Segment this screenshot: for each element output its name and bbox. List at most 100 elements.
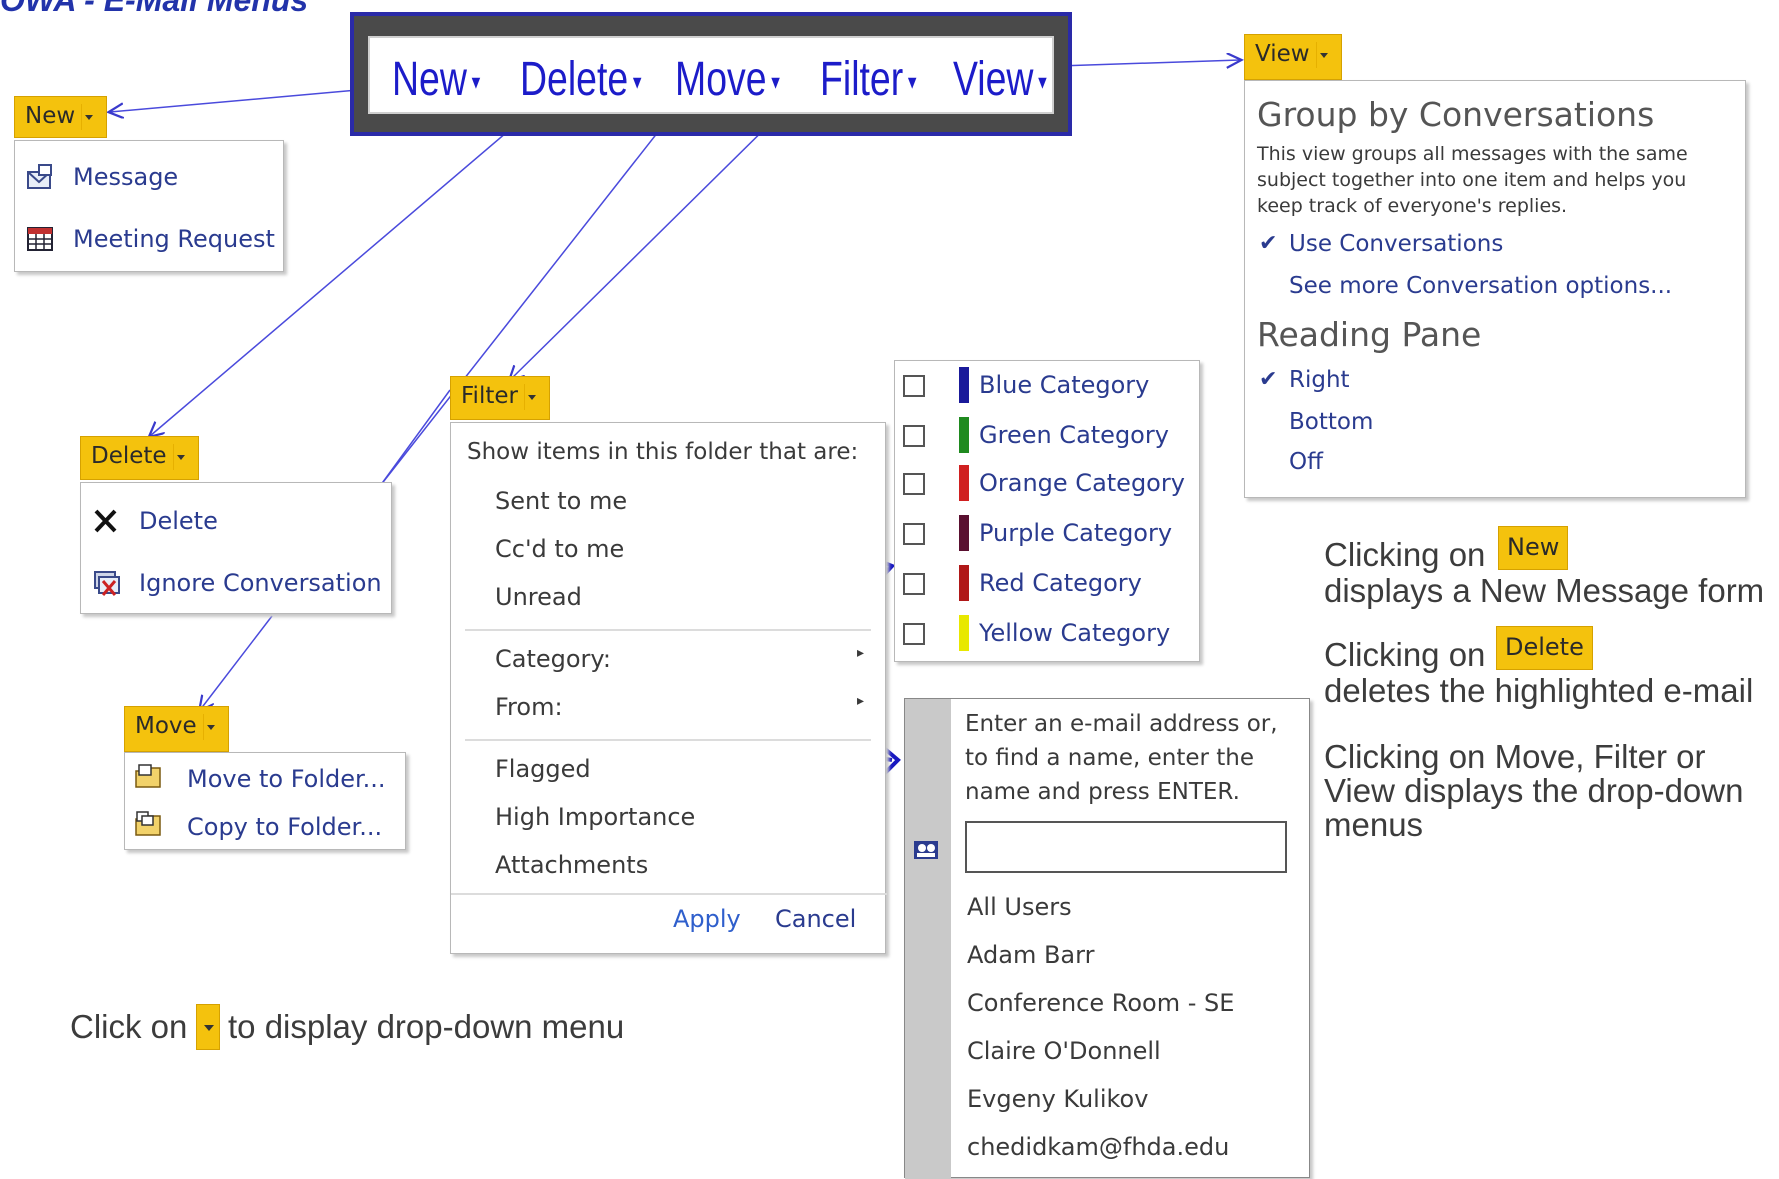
dropdown-arrow-icon[interactable] [1315, 41, 1331, 68]
from-instructions-line2: to find a name, enter the [965, 745, 1255, 771]
category-submenu: Blue Category Green Category Orange Cate… [894, 360, 1200, 662]
explanation-other-line2: View displays the drop-down [1324, 772, 1744, 809]
toolbar-new-button[interactable]: New ▾ [392, 56, 480, 104]
filter-divider [465, 739, 871, 741]
new-menu-header[interactable]: New [14, 96, 108, 138]
apply-button[interactable]: Apply [673, 905, 741, 933]
checkmark-icon: ✔ [1259, 367, 1278, 392]
delete-sample-button: Delete [1496, 626, 1593, 670]
move-menu: Move to Folder... Copy to Folder... [124, 752, 406, 850]
explanation-new-desc: displays a New Message form [1324, 572, 1765, 609]
toolbar-delete-label: Delete [520, 53, 629, 106]
move-folder-icon [135, 764, 161, 788]
chevron-down-icon: ▾ [471, 69, 481, 95]
new-menu: Message Meeting Request [14, 140, 284, 272]
filter-item-high-importance[interactable]: High Importance [495, 803, 695, 831]
contact-item[interactable]: Conference Room - SE [967, 989, 1234, 1017]
from-submenu-gutter [905, 699, 951, 1179]
menu-item-delete[interactable]: Delete [139, 507, 218, 535]
ignore-conversation-icon [94, 571, 120, 596]
toolbar-delete-button[interactable]: Delete ▾ [520, 56, 642, 104]
explanation-clicking-on-2: Clicking on [1324, 636, 1486, 673]
filter-divider [451, 893, 887, 895]
category-item-blue[interactable]: Blue Category [979, 371, 1149, 399]
contact-item[interactable]: Claire O'Donnell [967, 1037, 1161, 1065]
dropdown-arrow-icon[interactable] [523, 383, 539, 410]
address-book-icon[interactable] [911, 835, 941, 863]
from-instructions-line1: Enter an e-mail address or, [965, 711, 1278, 737]
filter-item-from[interactable]: From: [495, 693, 563, 721]
group-description-line2: subject together into one item and helps… [1257, 169, 1687, 191]
category-checkbox[interactable] [903, 523, 925, 545]
filter-divider [465, 629, 871, 631]
explanation-delete-desc: deletes the highlighted e-mail [1324, 672, 1754, 709]
category-swatch [959, 417, 969, 453]
filter-intro-text: Show items in this folder that are: [467, 439, 859, 465]
view-menu-header[interactable]: View [1244, 34, 1342, 80]
contact-item[interactable]: chedidkam@fhda.edu [967, 1133, 1229, 1161]
explanation-other-line1: Clicking on Move, Filter or [1324, 738, 1706, 775]
cancel-button[interactable]: Cancel [775, 905, 856, 933]
category-item-green[interactable]: Green Category [979, 421, 1169, 449]
move-menu-header[interactable]: Move [124, 706, 229, 752]
delete-menu-header[interactable]: Delete [80, 436, 199, 480]
category-item-orange[interactable]: Orange Category [979, 469, 1185, 497]
category-checkbox[interactable] [903, 623, 925, 645]
category-swatch [959, 565, 969, 601]
menu-item-copy-to-folder[interactable]: Copy to Folder... [187, 813, 382, 841]
toolbar-view-button[interactable]: View ▾ [953, 56, 1047, 104]
menu-item-move-to-folder[interactable]: Move to Folder... [187, 765, 386, 793]
category-swatch [959, 465, 969, 501]
contact-item[interactable]: Adam Barr [967, 941, 1094, 969]
from-address-input[interactable] [965, 821, 1287, 873]
new-connector [110, 87, 381, 112]
reading-pane-right-option[interactable]: Right [1289, 367, 1350, 393]
from-submenu: Enter an e-mail address or, to find a na… [904, 698, 1310, 1179]
filter-item-category[interactable]: Category: [495, 645, 611, 673]
click-instruction-suffix: to display drop-down menu [228, 1008, 625, 1045]
from-instructions-line3: name and press ENTER. [965, 779, 1240, 805]
submenu-arrow-icon: ▸ [857, 645, 865, 661]
dropdown-arrow-icon[interactable] [202, 713, 218, 740]
menu-item-meeting-request[interactable]: Meeting Request [73, 225, 275, 253]
view-menu: Group by Conversations This view groups … [1244, 80, 1746, 498]
toolbar-move-label: Move [675, 53, 767, 106]
delete-menu-header-label: Delete [91, 443, 167, 469]
reading-pane-bottom-option[interactable]: Bottom [1289, 409, 1373, 435]
contact-item[interactable]: Evgeny Kulikov [967, 1085, 1148, 1113]
category-item-yellow[interactable]: Yellow Category [979, 619, 1170, 647]
category-checkbox[interactable] [903, 375, 925, 397]
filter-item-ccd-to-me[interactable]: Cc'd to me [495, 535, 624, 563]
more-conversation-options-link[interactable]: See more Conversation options... [1289, 273, 1672, 299]
checkmark-icon: ✔ [1259, 231, 1278, 256]
chevron-down-icon: ▾ [632, 69, 642, 95]
contact-item[interactable]: All Users [967, 893, 1072, 921]
filter-menu-header[interactable]: Filter [450, 376, 550, 420]
group-by-conversations-title: Group by Conversations [1257, 95, 1655, 134]
menu-item-ignore-conversation[interactable]: Ignore Conversation [139, 569, 382, 597]
filter-item-attachments[interactable]: Attachments [495, 851, 648, 879]
dropdown-arrow-icon[interactable] [81, 103, 97, 130]
filter-item-flagged[interactable]: Flagged [495, 755, 591, 783]
group-description-line3: keep track of everyone's replies. [1257, 195, 1568, 217]
category-item-purple[interactable]: Purple Category [979, 519, 1172, 547]
toolbar-filter-button[interactable]: Filter ▾ [820, 56, 917, 104]
use-conversations-option[interactable]: Use Conversations [1289, 231, 1503, 257]
filter-connector [510, 103, 791, 380]
category-checkbox[interactable] [903, 473, 925, 495]
toolbar-new-label: New [392, 53, 467, 106]
category-item-red[interactable]: Red Category [979, 569, 1142, 597]
category-swatch [959, 515, 969, 551]
calendar-icon [27, 227, 53, 251]
dropdown-arrow-icon[interactable] [172, 443, 188, 470]
group-description-line1: This view groups all messages with the s… [1257, 143, 1688, 165]
toolbar-move-button[interactable]: Move ▾ [675, 56, 780, 104]
menu-item-message[interactable]: Message [73, 163, 178, 191]
category-checkbox[interactable] [903, 573, 925, 595]
explanation-clicking-on-1: Clicking on [1324, 536, 1486, 573]
move-menu-header-label: Move [135, 713, 197, 739]
filter-item-unread[interactable]: Unread [495, 583, 582, 611]
filter-item-sent-to-me[interactable]: Sent to me [495, 487, 627, 515]
category-checkbox[interactable] [903, 425, 925, 447]
reading-pane-title: Reading Pane [1257, 315, 1482, 354]
